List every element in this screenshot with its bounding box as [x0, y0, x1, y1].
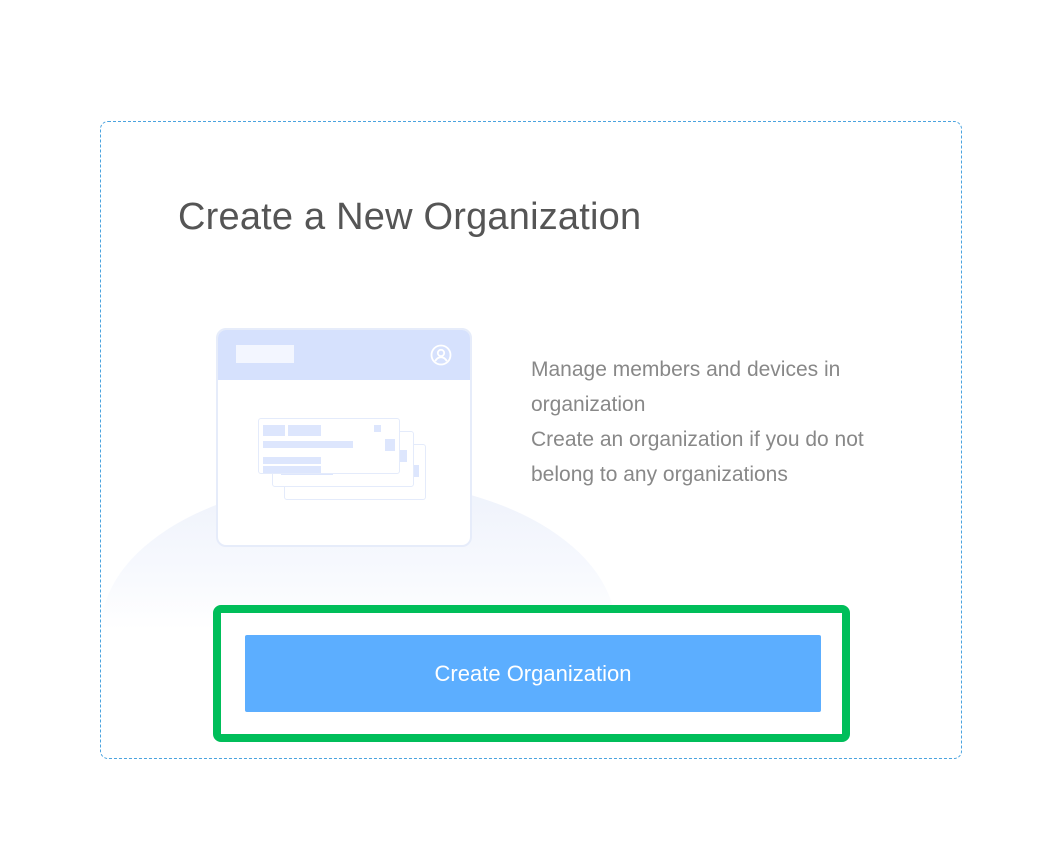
illustration-window-header	[218, 330, 470, 380]
description-line-create: Create an organization if you do not bel…	[531, 428, 864, 486]
illustration-title-bar	[236, 345, 294, 363]
create-organization-card: Create a New Organization Manage members…	[100, 121, 962, 759]
illustration-document-front	[258, 418, 400, 474]
organization-illustration	[216, 328, 472, 547]
user-circle-icon	[430, 344, 452, 366]
description-line-manage: Manage members and devices in organizati…	[531, 358, 841, 416]
create-organization-button[interactable]: Create Organization	[245, 635, 821, 712]
page-title: Create a New Organization	[178, 196, 642, 238]
organization-description: Manage members and devices in organizati…	[531, 352, 911, 492]
